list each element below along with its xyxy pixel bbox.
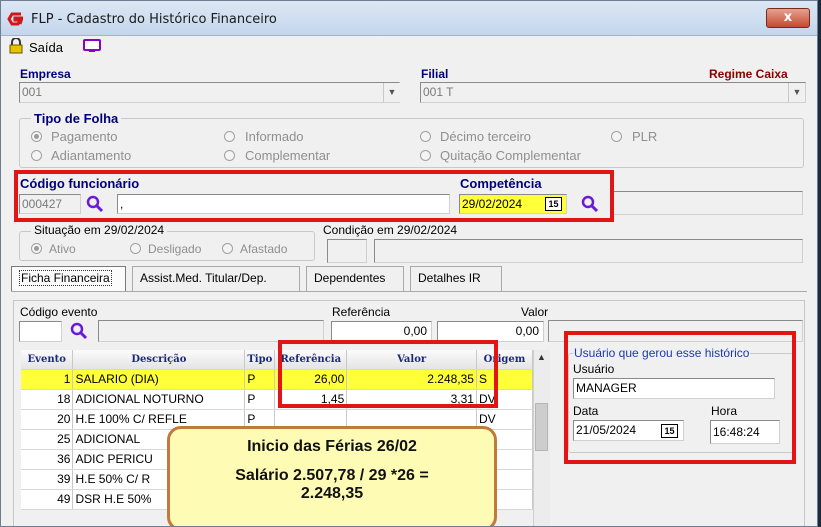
tab-ficha-financeira[interactable]: Ficha Financeira <box>11 266 126 291</box>
callout-line-1: Inicio das Férias 26/02 <box>247 438 417 455</box>
event-value-label: Valor <box>521 305 549 319</box>
option-adiantamento: Adiantamento <box>51 148 132 163</box>
radio-pagamento[interactable] <box>31 131 42 142</box>
callout-line-3: 2.248,35 <box>300 485 364 502</box>
radio-quitacao-complementar[interactable] <box>420 150 431 161</box>
cell-tipo: P <box>244 389 276 410</box>
branch-label: Filial <box>421 67 449 81</box>
event-ref-value: 0,00 <box>403 324 427 338</box>
tab-dependentes-label: Dependentes <box>314 271 386 285</box>
option-plr: PLR <box>632 129 658 144</box>
company-chevron-down-icon[interactable]: ▼ <box>383 83 400 102</box>
callout-line-2: Salário 2.507,78 / 29 *26 = <box>235 467 429 484</box>
col-descricao[interactable]: Descrição <box>72 350 246 370</box>
condition-code-field <box>327 239 367 263</box>
title-bar: FLP - Cadastro do Histórico Financeiro x <box>1 1 817 36</box>
radio-adiantamento[interactable] <box>31 150 42 161</box>
payroll-type-legend: Tipo de Folha <box>31 111 122 126</box>
tab-detalhes-ir[interactable]: Detalhes IR <box>410 266 502 291</box>
cell-evento: 20 <box>21 409 74 430</box>
event-description-field <box>98 320 324 342</box>
option-quitacao-complementar: Quitação Complementar <box>440 148 581 163</box>
option-desligado: Desligado <box>148 242 202 256</box>
event-value-input[interactable]: 0,00 <box>437 321 544 342</box>
lock-icon[interactable] <box>9 38 23 54</box>
regime-label: Regime Caixa <box>709 67 788 81</box>
window-title: FLP - Cadastro do Histórico Financeiro <box>31 12 277 27</box>
condition-description-field <box>374 239 803 263</box>
scroll-thumb[interactable] <box>535 403 548 451</box>
annotation-box-reference-value <box>278 340 498 408</box>
monitor-icon[interactable] <box>83 39 101 53</box>
close-button[interactable]: x <box>766 8 810 28</box>
cell-tipo: P <box>244 369 276 390</box>
option-decimo-terceiro: Décimo terceiro <box>440 129 532 144</box>
col-evento[interactable]: Evento <box>21 350 74 370</box>
competence-extra-field <box>613 191 803 215</box>
option-afastado: Afastado <box>240 242 288 256</box>
branch-chevron-down-icon[interactable]: ▼ <box>788 83 805 102</box>
event-code-label: Código evento <box>20 305 98 319</box>
tab-ficha-financeira-label: Ficha Financeira <box>19 270 112 286</box>
exit-button[interactable]: Saída <box>29 40 63 55</box>
tab-detalhes-ir-label: Detalhes IR <box>418 271 481 285</box>
radio-desligado[interactable] <box>130 243 141 254</box>
app-logo-icon <box>7 12 23 26</box>
cell-descricao: ADICIONAL NOTURNO <box>72 389 246 410</box>
branch-select[interactable]: 001 T <box>420 82 806 103</box>
payroll-type-group <box>19 118 804 168</box>
branch-value: 001 T <box>423 85 454 99</box>
scroll-up-icon[interactable]: ▲ <box>534 352 549 366</box>
annotation-box-employee-competence <box>14 170 614 222</box>
radio-complementar[interactable] <box>224 150 235 161</box>
cell-evento: 49 <box>21 489 74 510</box>
tab-divider <box>11 291 807 292</box>
annotation-box-audit <box>564 331 796 464</box>
radio-decimo-terceiro[interactable] <box>420 131 431 142</box>
company-value: 001 <box>22 85 43 99</box>
radio-plr[interactable] <box>611 131 622 142</box>
event-ref-input[interactable]: 0,00 <box>331 321 432 342</box>
cell-evento: 1 <box>21 369 74 390</box>
radio-afastado[interactable] <box>222 243 233 254</box>
radio-informado[interactable] <box>224 131 235 142</box>
situation-legend: Situação em 29/02/2024 <box>31 223 168 237</box>
company-label: Empresa <box>20 67 71 81</box>
event-value-value: 0,00 <box>515 324 539 338</box>
cell-evento: 25 <box>21 429 74 450</box>
radio-ativo[interactable] <box>31 243 42 254</box>
annotation-callout: Inicio das Férias 26/02 Salário 2.507,78… <box>167 426 497 526</box>
option-complementar: Complementar <box>245 148 331 163</box>
cell-evento: 39 <box>21 469 74 490</box>
tab-dependentes[interactable]: Dependentes <box>306 266 404 291</box>
main-window: FLP - Cadastro do Histórico Financeiro x… <box>0 0 818 527</box>
option-ativo: Ativo <box>49 242 76 256</box>
event-search-icon[interactable] <box>70 322 88 340</box>
condition-legend: Condição em 29/02/2024 <box>323 223 458 237</box>
event-code-input[interactable] <box>19 321 62 342</box>
company-select[interactable]: 001 <box>19 82 400 103</box>
cell-descricao: SALARIO (DIA) <box>72 369 246 390</box>
tab-assist-med-label: Assist.Med. Titular/Dep. <box>140 271 267 285</box>
col-tipo[interactable]: Tipo <box>244 350 276 370</box>
option-informado: Informado <box>245 129 304 144</box>
cell-evento: 36 <box>21 449 74 470</box>
option-pagamento: Pagamento <box>51 129 118 144</box>
event-ref-label: Referência <box>332 305 391 319</box>
tab-assist-med[interactable]: Assist.Med. Titular/Dep. <box>132 266 300 291</box>
cell-evento: 18 <box>21 389 74 410</box>
